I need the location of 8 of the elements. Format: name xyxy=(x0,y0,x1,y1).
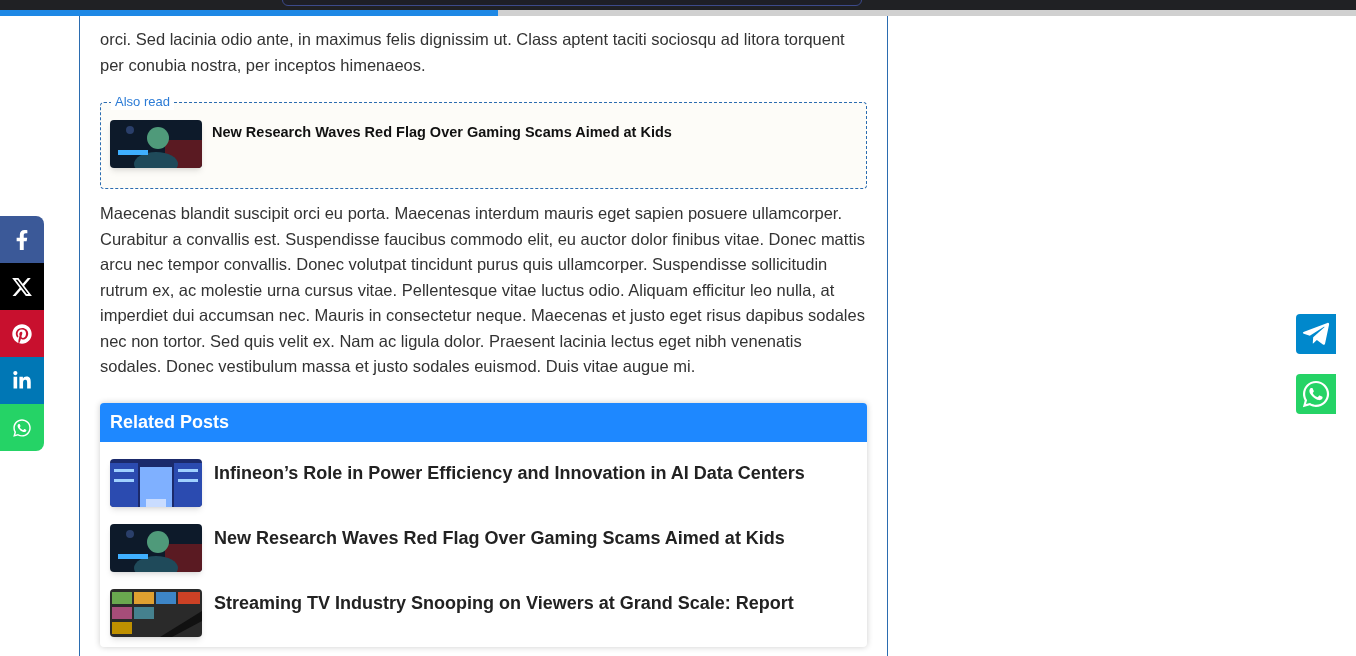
related-post-link[interactable]: Streaming TV Industry Snooping on Viewers at Grand Scale: Report xyxy=(214,588,794,617)
also-read-label: Also read xyxy=(111,94,174,110)
related-posts-title: Related Posts xyxy=(110,410,230,434)
paragraph: Maecenas blandit suscipit orci eu porta. Maecenas interdum mauris eget sapien posuere ullamcorper. Curabitur a convallis est. Suspendisse faucibus commodo elit, eu auctor dolor finibus vitae. Donec mattis arcu nec tempor convallis. Donec volutpat tincidunt purus quis ullamcorper. Suspendisse sollicitudin rutrum ex, ac molestie urna cursus vitae. Pellentesque vitae luctus odio. Aliquam efficitur leo nulla, at imperdiet dui accumsan nec. Mauris in consectetur neque. Maecenas et justo eget risus dapibus sodales nec non tortor. Sed quis velit ex. Nam ac ligula dolor. Praesent lacinia lectus eget nibh venenatis sodales. Donec vestibulum massa et justo sodales euismod. Duis vitae augue mi. xyxy=(100,203,866,377)
related-post-link[interactable]: New Research Waves Red Flag Over Gaming Scams Aimed at Kids xyxy=(214,523,785,552)
paragraph: orci. Sed lacinia odio ante, in maximus felis dignissim ut. Class aptent taciti sociosqu ad litora torquent per conubia nostra, per inceptos himenaeos. xyxy=(100,29,846,76)
related-post-link[interactable]: Infineon’s Role in Power Efficiency and Innovation in AI Data Centers xyxy=(214,458,805,487)
also-read-link[interactable]: New Research Waves Red Flag Over Gaming Scams Aimed at Kids xyxy=(212,120,672,188)
